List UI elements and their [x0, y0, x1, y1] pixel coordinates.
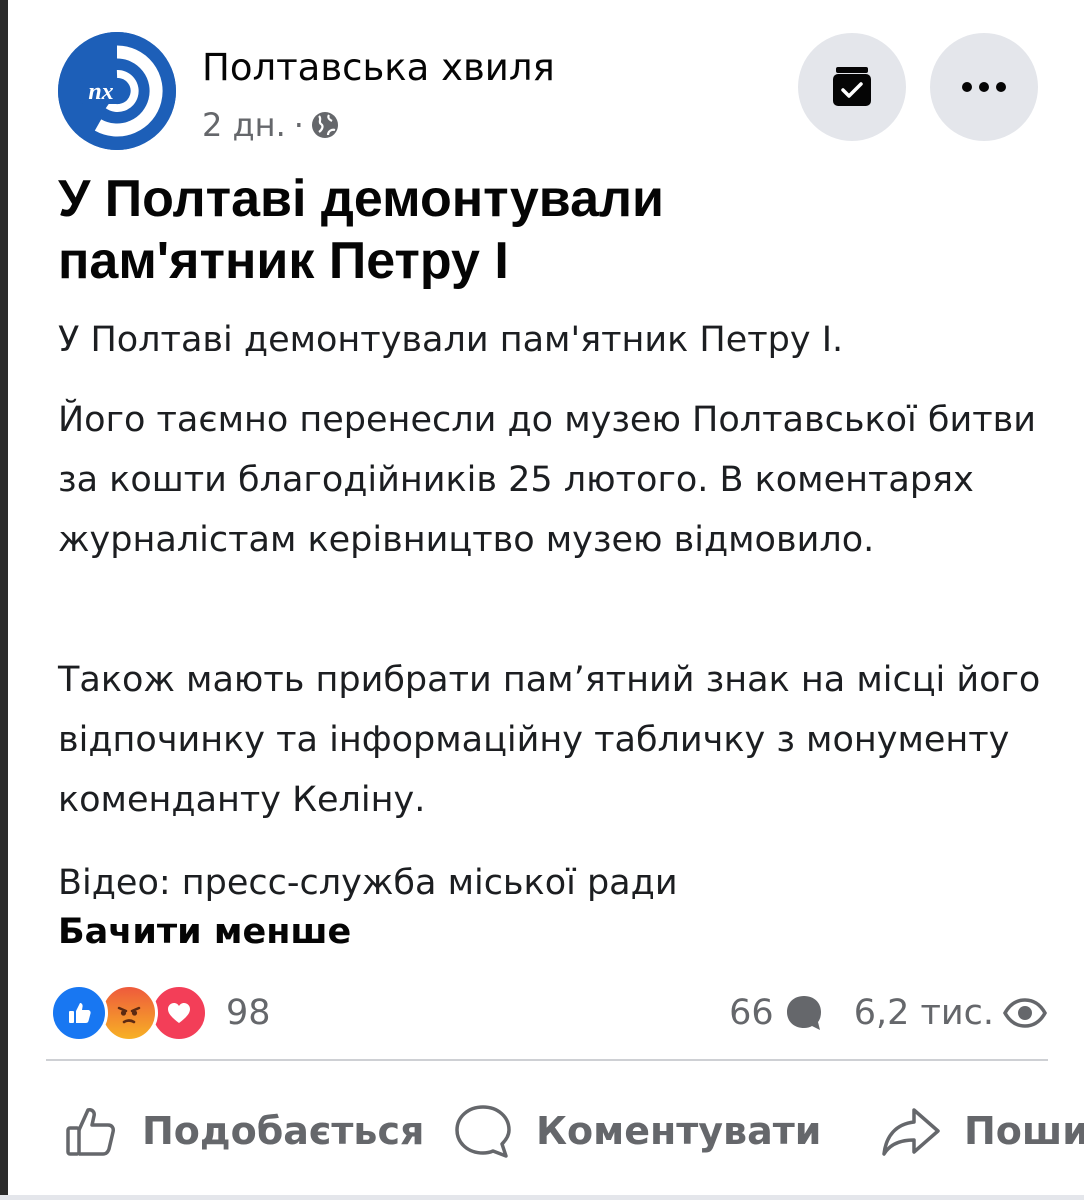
avatar-logo-icon: пх	[58, 32, 176, 150]
reactions-summary[interactable]: 98	[50, 984, 271, 1042]
comments-count[interactable]: 66	[729, 993, 774, 1033]
page-avatar[interactable]: пх	[58, 32, 176, 150]
thumbs-up-icon	[66, 1108, 115, 1156]
save-post-button[interactable]	[798, 33, 906, 141]
post-paragraph: У Полтаві демонтували пам'ятник Петру І.	[58, 320, 844, 360]
eye-icon	[1002, 998, 1048, 1028]
share-button-label: Поши	[964, 1109, 1084, 1153]
like-reaction-icon	[50, 984, 108, 1042]
angry-reaction-icon	[100, 984, 158, 1042]
more-options-button[interactable]	[930, 33, 1038, 141]
post-stats: 66 6,2 тис.	[729, 985, 1048, 1041]
post-paragraph: Також мають прибрати пам’ятний знак на м…	[58, 660, 1041, 820]
comment-button-label: Коментувати	[536, 1109, 822, 1153]
post-meta: 2 дн. ·	[202, 106, 340, 144]
comment-button[interactable]: Коментувати	[452, 1098, 821, 1164]
comment-icon	[455, 1105, 511, 1158]
svg-text:пх: пх	[88, 79, 113, 105]
meta-separator: ·	[293, 106, 304, 144]
views-count: 6,2 тис.	[853, 993, 994, 1033]
divider	[46, 1059, 1048, 1061]
save-box-icon	[833, 67, 871, 106]
post-headline: У Полтаві демонтували пам'ятник Петру І	[58, 168, 1058, 292]
left-edge	[0, 0, 8, 1200]
share-arrow-icon	[882, 1108, 940, 1156]
like-button[interactable]: Подобається	[62, 1098, 424, 1164]
love-reaction-icon	[150, 984, 208, 1042]
share-button[interactable]: Поши	[880, 1098, 1084, 1164]
reactions-count: 98	[226, 993, 271, 1033]
post-paragraph: Відео: пресс-служба міської ради	[58, 863, 678, 903]
bottom-edge	[0, 1195, 1084, 1200]
like-button-label: Подобається	[142, 1109, 425, 1153]
post-time[interactable]: 2 дн.	[202, 106, 286, 144]
comment-bubble-icon	[786, 996, 821, 1030]
see-less-link[interactable]: Бачити менше	[58, 912, 351, 952]
globe-icon	[311, 112, 338, 138]
headline-line-2: пам'ятник Петру І	[58, 232, 509, 290]
page-name[interactable]: Полтавська хвиля	[202, 46, 555, 89]
headline-line-1: У Полтаві демонтували	[58, 170, 664, 228]
more-dots-icon	[962, 82, 1006, 92]
post-paragraph: Його таємно перенесли до музею Полтавськ…	[58, 400, 1036, 560]
